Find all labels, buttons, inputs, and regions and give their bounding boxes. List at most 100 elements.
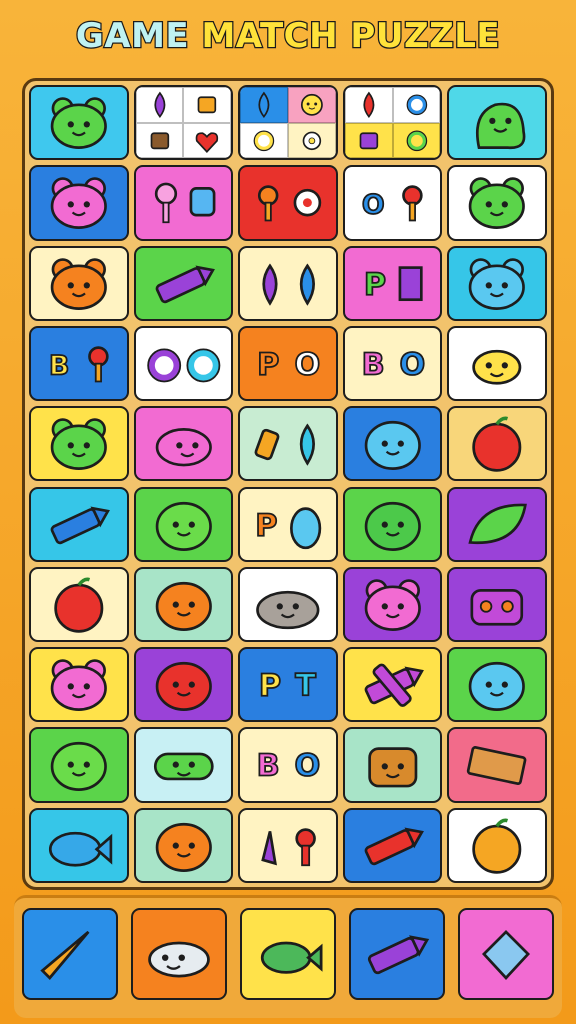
tile-mixed-small-icons[interactable]	[133, 85, 234, 161]
tile-green-bear[interactable]	[29, 85, 129, 161]
tile-green-blob[interactable]	[29, 727, 129, 803]
tile-purple-crayon[interactable]	[133, 245, 234, 321]
purple-crayon-icon	[367, 935, 430, 975]
tile-blue-rocket[interactable]	[29, 486, 129, 562]
tile-pink-bear[interactable]	[29, 647, 129, 723]
tile-green-monster[interactable]	[447, 85, 547, 161]
crayon-and-drop-icon	[254, 423, 316, 466]
tile-green-bear[interactable]	[447, 165, 547, 241]
mini-tile[interactable]	[287, 87, 336, 123]
tile-orange-cat[interactable]	[133, 807, 234, 883]
tile-blue-bear[interactable]	[447, 245, 547, 321]
tile-orange-ball[interactable]	[447, 807, 547, 883]
green-bear-icon	[469, 177, 526, 230]
mini-tile[interactable]	[344, 122, 393, 159]
pink-bear-icon	[50, 659, 107, 712]
tray-slot-purple-crayon[interactable]	[349, 908, 445, 1000]
tile-letters-p-t[interactable]: PT	[238, 647, 338, 723]
svg-text:P: P	[255, 508, 277, 543]
letters-b-o-icon: BO	[361, 346, 426, 383]
tile-letter-p-axolotl[interactable]: P	[238, 486, 338, 562]
tile-letters-b-o[interactable]: BO	[238, 727, 338, 803]
tile-crayon-and-robot[interactable]	[238, 807, 338, 883]
blue-puffer-icon	[469, 662, 526, 712]
mini-tile[interactable]	[135, 122, 184, 159]
tile-backpack[interactable]	[342, 727, 443, 803]
blue-fish-icon	[48, 831, 113, 867]
tray-slot-whale[interactable]	[131, 908, 227, 1000]
tile-letters-b-o[interactable]: BO	[342, 325, 443, 402]
tile-drops[interactable]	[238, 245, 338, 321]
mini-tile[interactable]	[240, 87, 288, 123]
svg-text:T: T	[295, 668, 316, 703]
green-bear-icon	[50, 97, 107, 149]
tile-mixed-small-icons[interactable]	[342, 85, 443, 161]
tile-pink-axolotl[interactable]	[133, 406, 234, 482]
tile-crossed-crayons[interactable]	[342, 647, 443, 723]
green-dino-icon	[364, 501, 421, 551]
tile-gray-cat[interactable]	[238, 566, 338, 643]
tile-blue-puffer[interactable]	[447, 647, 547, 723]
letter-p-axolotl-icon: P	[255, 506, 322, 549]
tile-green-dino[interactable]	[342, 486, 443, 562]
mini-tile[interactable]	[287, 122, 336, 159]
orange-cat-icon	[155, 822, 212, 872]
tile-green-pill[interactable]	[133, 727, 234, 803]
tile-letter-p-and-box[interactable]: P	[342, 245, 443, 321]
tray-slot-crystal[interactable]	[458, 908, 554, 1000]
green-fish-icon	[260, 941, 323, 974]
tile-green-blob[interactable]	[133, 486, 234, 562]
green-leaf-icon	[468, 503, 528, 544]
mini-tile[interactable]	[392, 122, 441, 159]
tile-orange-bear[interactable]	[29, 245, 129, 321]
red-crayon-icon	[364, 827, 424, 865]
tile-pink-bear[interactable]	[29, 165, 129, 241]
tray-slot-green-fish[interactable]	[240, 908, 336, 1000]
tile-rings[interactable]	[133, 325, 234, 402]
svg-text:O: O	[362, 190, 385, 221]
tile-mixed-small-icons[interactable]	[238, 85, 338, 161]
tile-red-cat[interactable]	[133, 647, 234, 723]
svg-text:B: B	[49, 350, 69, 381]
tile-lollipop-and-cube[interactable]	[133, 165, 234, 241]
tile-letter-and-pin[interactable]: O	[342, 165, 443, 241]
mini-tile[interactable]	[183, 122, 232, 159]
tile-yellow-bug[interactable]	[447, 325, 547, 402]
mini-tile[interactable]	[135, 87, 184, 123]
tray-slot-carrot[interactable]	[22, 908, 118, 1000]
tile-tomato[interactable]	[447, 406, 547, 482]
mini-tile[interactable]	[240, 122, 288, 159]
tile-purple-robot[interactable]	[447, 566, 547, 643]
mini-tile[interactable]	[392, 87, 441, 123]
rings-icon	[146, 348, 220, 383]
mini-tile[interactable]	[344, 87, 393, 123]
orange-fish-icon	[155, 581, 212, 631]
tile-letter-b-and-pin[interactable]: B	[29, 325, 129, 402]
flower-and-pin-icon	[258, 185, 322, 222]
letter-and-pin-icon: O	[361, 185, 423, 222]
tile-crayon-and-drop[interactable]	[238, 406, 338, 482]
apple-icon	[54, 577, 104, 633]
tile-orange-fish[interactable]	[133, 566, 234, 643]
green-blob-icon	[50, 742, 107, 792]
tile-green-leaf[interactable]	[447, 486, 547, 562]
tile-pink-bear[interactable]	[342, 566, 443, 643]
orange-bear-icon	[50, 257, 107, 310]
tile-green-bear[interactable]	[29, 406, 129, 482]
tile-blue-fish[interactable]	[29, 807, 129, 883]
tile-red-crayon[interactable]	[342, 807, 443, 883]
mini-tile[interactable]	[183, 87, 232, 123]
svg-text:B: B	[257, 749, 280, 784]
carrot-icon	[40, 930, 90, 980]
blue-bear-icon	[469, 257, 526, 310]
yellow-bug-icon	[472, 349, 522, 385]
tile-apple[interactable]	[29, 566, 129, 643]
letter-b-and-pin-icon: B	[48, 346, 109, 383]
tile-flower-and-pin[interactable]	[238, 165, 338, 241]
tile-chocolate[interactable]	[447, 727, 547, 803]
tile-blue-cat[interactable]	[342, 406, 443, 482]
tile-letters-p-o[interactable]: PO	[238, 325, 338, 402]
svg-text:B: B	[361, 347, 384, 382]
green-pill-icon	[153, 753, 214, 781]
tile-tray	[14, 895, 562, 1018]
